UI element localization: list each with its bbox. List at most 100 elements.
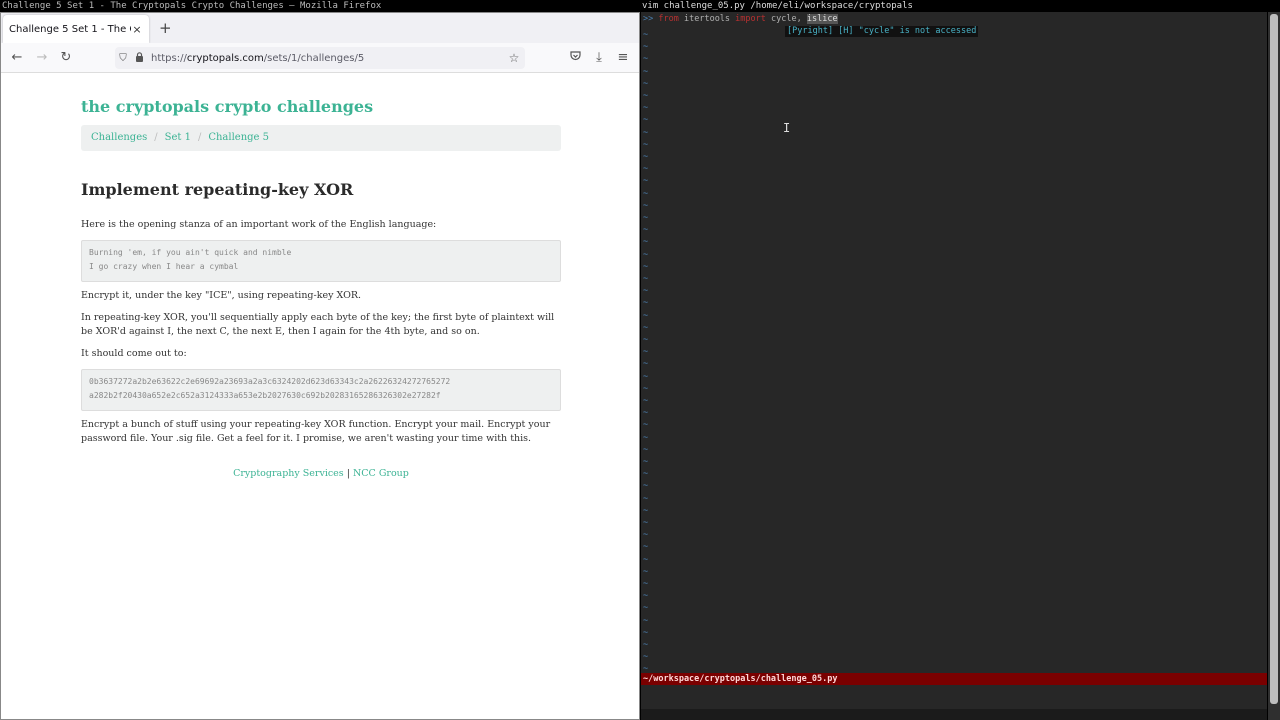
navigation-bar: ← → ↻ ⛉ https://cryptopals.com/sets/1/ch… <box>1 43 639 73</box>
tilde-marker: ~ <box>643 91 649 101</box>
tilde-marker: ~ <box>643 115 649 126</box>
tab-bar: Challenge 5 Set 1 - The Cryptopals Crypt… <box>1 13 639 43</box>
tilde-marker: ~ <box>643 66 649 77</box>
tilde-marker: ~ <box>643 127 649 138</box>
imported-names: cycle, <box>771 14 802 24</box>
breadcrumb-separator: / <box>154 132 158 143</box>
vim-command-line[interactable] <box>641 685 1267 709</box>
browser-window-title: Challenge 5 Set 1 - The Cryptopals Crypt… <box>0 0 640 12</box>
tilde-marker: ~ <box>643 371 649 382</box>
pocket-icon[interactable] <box>566 49 584 67</box>
tilde-marker: ~ <box>643 627 649 638</box>
tilde-marker: ~ <box>643 347 649 358</box>
tilde-marker: ~ <box>643 286 649 297</box>
breadcrumb-separator: / <box>197 132 202 143</box>
bookmark-star-icon[interactable]: ☆ <box>503 51 525 65</box>
tilde-marker: ~ <box>643 408 649 419</box>
tilde-marker: ~ <box>643 640 649 650</box>
browser-window: Challenge 5 Set 1 - The Cryptopals Crypt… <box>0 12 640 720</box>
come-out-text: It should come out to: <box>81 348 187 359</box>
terminal-scrollbar-thumb[interactable] <box>1270 14 1278 704</box>
module-name: itertools <box>683 14 731 24</box>
tilde-marker: ~ <box>643 298 649 309</box>
tilde-marker: ~ <box>643 652 649 663</box>
tilde-marker: ~ <box>643 249 649 260</box>
menu-icon[interactable]: ≡ <box>614 49 632 67</box>
tilde-marker: ~ <box>643 603 649 614</box>
tilde-marker: ~ <box>643 274 649 284</box>
lock-icon[interactable] <box>131 51 147 65</box>
url-text[interactable]: https://cryptopals.com/sets/1/challenges… <box>147 53 503 64</box>
url-bar[interactable]: ⛉ https://cryptopals.com/sets/1/challeng… <box>115 47 525 69</box>
tilde-marker: ~ <box>643 542 649 553</box>
breadcrumb-challenges[interactable]: Challenges <box>91 132 147 143</box>
forward-icon[interactable]: → <box>33 49 51 67</box>
tilde-marker: ~ <box>643 188 649 199</box>
terminal-window-title: vim challenge_05.py /home/eli/workspace/… <box>641 0 1280 12</box>
tilde-marker: ~ <box>643 225 649 236</box>
breadcrumb: Challenges / Set 1 / Challenge 5 <box>81 125 561 151</box>
tilde-marker: ~ <box>643 310 649 321</box>
tilde-marker: ~ <box>643 444 649 455</box>
url-path: /sets/1/challenges/5 <box>263 52 365 64</box>
footer-separator: | <box>346 468 350 479</box>
shield-icon[interactable]: ⛉ <box>115 53 131 64</box>
tilde-marker: ~ <box>643 213 649 223</box>
tilde-marker: ~ <box>643 518 649 528</box>
footer-link-ncc-group[interactable]: NCC Group <box>353 468 409 479</box>
tilde-marker: ~ <box>643 579 649 589</box>
closing-text: Encrypt a bunch of stuff using your repe… <box>81 419 551 444</box>
sign-column-marker: >> <box>643 14 654 24</box>
tilde-marker: ~ <box>643 103 649 114</box>
footer-link-cryptography-services[interactable]: Cryptography Services <box>233 468 344 479</box>
tilde-marker: ~ <box>643 469 649 480</box>
tilde-marker: ~ <box>643 396 649 406</box>
encrypt-instruction: Encrypt it, under the key "ICE", using r… <box>81 290 362 301</box>
highlighted-word: islice <box>806 14 838 24</box>
tilde-marker: ~ <box>643 554 649 565</box>
tilde-marker: ~ <box>643 420 649 431</box>
tilde-marker: ~ <box>643 335 649 345</box>
vim-editor[interactable]: >> from itertools import cycle, islice [… <box>641 12 1267 720</box>
tilde-marker: ~ <box>643 457 649 467</box>
tilde-marker: ~ <box>643 139 649 150</box>
tilde-marker: ~ <box>643 591 649 602</box>
explanation-text: In repeating-key XOR, you'll sequentiall… <box>81 312 555 337</box>
tilde-marker: ~ <box>643 30 649 40</box>
keyword-from: from <box>658 14 679 24</box>
tilde-marker: ~ <box>643 505 649 516</box>
tilde-marker: ~ <box>643 152 649 162</box>
intro-text: Here is the opening stanza of an importa… <box>81 219 437 230</box>
tilde-marker: ~ <box>643 615 649 626</box>
new-tab-icon[interactable]: + <box>159 19 172 37</box>
text-cursor-icon: I <box>783 121 791 135</box>
tab-challenge-5[interactable]: Challenge 5 Set 1 - The Cryptopals Crypt… <box>3 15 149 43</box>
tilde-marker: ~ <box>643 481 649 492</box>
site-title[interactable]: the cryptopals crypto challenges <box>81 97 373 116</box>
tilde-marker: ~ <box>643 566 649 577</box>
vim-statusline: ~/workspace/cryptopals/challenge_05.py <box>641 673 1267 685</box>
tab-label: Challenge 5 Set 1 - The Cryptopals Crypt… <box>9 23 131 35</box>
tilde-marker: ~ <box>643 432 649 443</box>
tilde-marker: ~ <box>643 200 649 211</box>
ciphertext-codeblock: 0b3637272a2b2e63622c2e69692a23693a2a3c63… <box>81 369 561 411</box>
tilde-marker: ~ <box>643 530 649 541</box>
code-line-1[interactable]: >> from itertools import cycle, islice <box>643 13 838 25</box>
tilde-marker: ~ <box>643 42 649 53</box>
close-tab-icon[interactable]: × <box>131 23 143 36</box>
tilde-marker: ~ <box>643 164 649 175</box>
tilde-marker: ~ <box>643 237 649 248</box>
keyword-import: import <box>735 14 766 24</box>
breadcrumb-challenge-5[interactable]: Challenge 5 <box>208 132 269 143</box>
back-icon[interactable]: ← <box>8 49 26 67</box>
breadcrumb-set-1[interactable]: Set 1 <box>165 132 191 143</box>
tilde-marker: ~ <box>643 176 649 187</box>
pyright-diagnostic: [Pyright] [H] "cycle" is not accessed <box>785 26 979 37</box>
stanza-codeblock: Burning 'em, if you ain't quick and nimb… <box>81 240 561 282</box>
tilde-marker: ~ <box>643 54 649 65</box>
tilde-marker: ~ <box>643 359 649 370</box>
url-scheme: https:// <box>151 52 187 64</box>
tilde-marker: ~ <box>643 261 649 272</box>
download-icon[interactable]: ⤓ <box>590 49 608 67</box>
reload-icon[interactable]: ↻ <box>57 49 75 67</box>
